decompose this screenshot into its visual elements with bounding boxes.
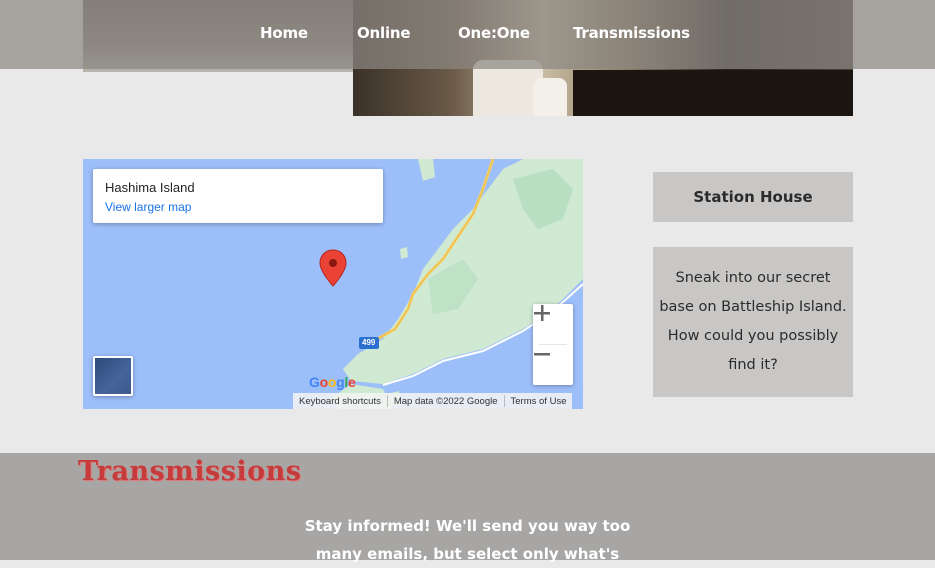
zoom-controls — [533, 304, 573, 385]
nav-home[interactable]: Home — [260, 24, 308, 42]
map-data-text: Map data ©2022 Google — [393, 395, 498, 407]
map-footer: Keyboard shortcuts Map data ©2022 Google… — [293, 393, 573, 409]
photo-box — [573, 70, 853, 116]
description-box: Sneak into our secret base on Battleship… — [653, 247, 853, 397]
transmissions-section: Transmissions Stay informed! We'll send … — [0, 453, 935, 563]
zoom-out-button[interactable] — [533, 345, 573, 385]
station-house-title: Station House — [693, 188, 813, 206]
photo-bottle — [533, 78, 567, 116]
place-info-card: Hashima Island View larger map — [93, 169, 383, 223]
description-text: Sneak into our secret base on Battleship… — [659, 270, 847, 373]
plus-icon — [534, 305, 550, 321]
nav-one-to-one[interactable]: One:One — [458, 24, 530, 42]
map-pin-icon[interactable] — [319, 249, 347, 287]
minus-icon — [534, 353, 550, 356]
view-larger-map-link[interactable]: View larger map — [105, 200, 191, 214]
top-nav: Home Online One:One Transmissions — [0, 0, 935, 69]
place-title: Hashima Island — [105, 180, 195, 195]
zoom-in-button[interactable] — [533, 304, 573, 344]
transmissions-heading: Transmissions — [78, 456, 302, 487]
terms-of-use-link[interactable]: Terms of Use — [505, 396, 573, 407]
satellite-layer-toggle[interactable] — [93, 356, 133, 396]
nav-transmissions[interactable]: Transmissions — [573, 24, 690, 42]
nav-online[interactable]: Online — [357, 24, 411, 42]
google-logo: Google — [309, 374, 356, 390]
station-house-box: Station House — [653, 172, 853, 222]
embedded-map[interactable]: 499 Hashima Island View larger map Googl… — [83, 159, 583, 409]
keyboard-shortcuts-link[interactable]: Keyboard shortcuts — [293, 396, 387, 407]
road-number-label: 499 — [362, 338, 376, 347]
